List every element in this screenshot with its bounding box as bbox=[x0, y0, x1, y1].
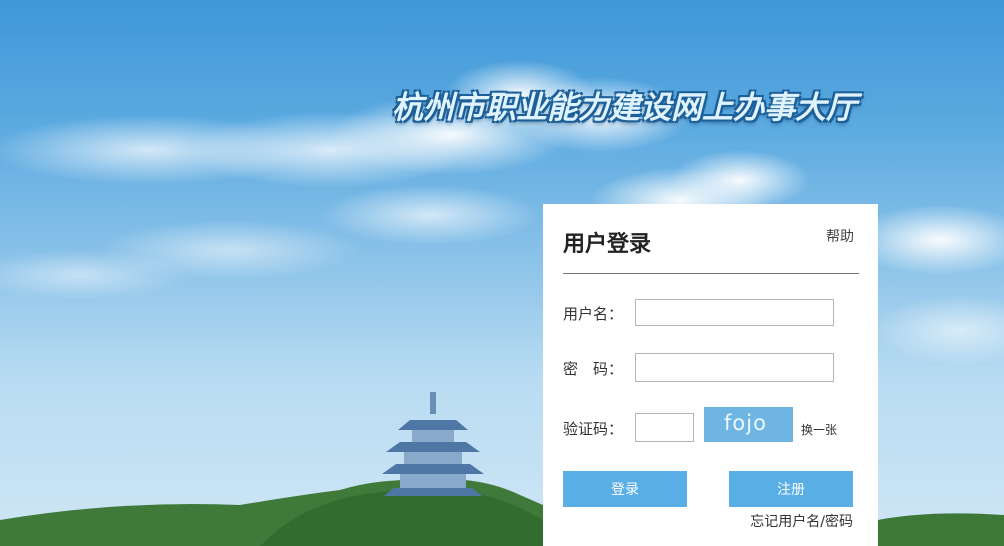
refresh-captcha-link[interactable]: 换一张 bbox=[801, 421, 837, 438]
username-label: 用户名： bbox=[563, 305, 624, 323]
captcha-text: fojo bbox=[724, 411, 767, 435]
divider bbox=[563, 273, 859, 274]
password-label: 密 码： bbox=[563, 360, 624, 378]
password-input[interactable] bbox=[635, 353, 834, 382]
username-input[interactable] bbox=[635, 299, 834, 326]
register-button[interactable]: 注册 bbox=[729, 471, 853, 507]
captcha-image[interactable]: fojo bbox=[704, 407, 793, 442]
login-page: 杭州市职业能力建设网上办事大厅 用户登录 帮助 用户名： 密 码： 验证码： f… bbox=[0, 0, 1004, 546]
site-title: 杭州市职业能力建设网上办事大厅 bbox=[392, 90, 857, 126]
forgot-credentials-link[interactable]: 忘记用户名/密码 bbox=[750, 511, 853, 531]
login-panel: 用户登录 帮助 用户名： 密 码： 验证码： fojo 换一张 登录 注册 忘记… bbox=[543, 204, 878, 546]
login-button[interactable]: 登录 bbox=[563, 471, 687, 507]
help-link[interactable]: 帮助 bbox=[826, 226, 854, 246]
login-title: 用户登录 bbox=[563, 232, 652, 257]
captcha-label: 验证码： bbox=[563, 420, 624, 438]
captcha-input[interactable] bbox=[635, 413, 694, 442]
